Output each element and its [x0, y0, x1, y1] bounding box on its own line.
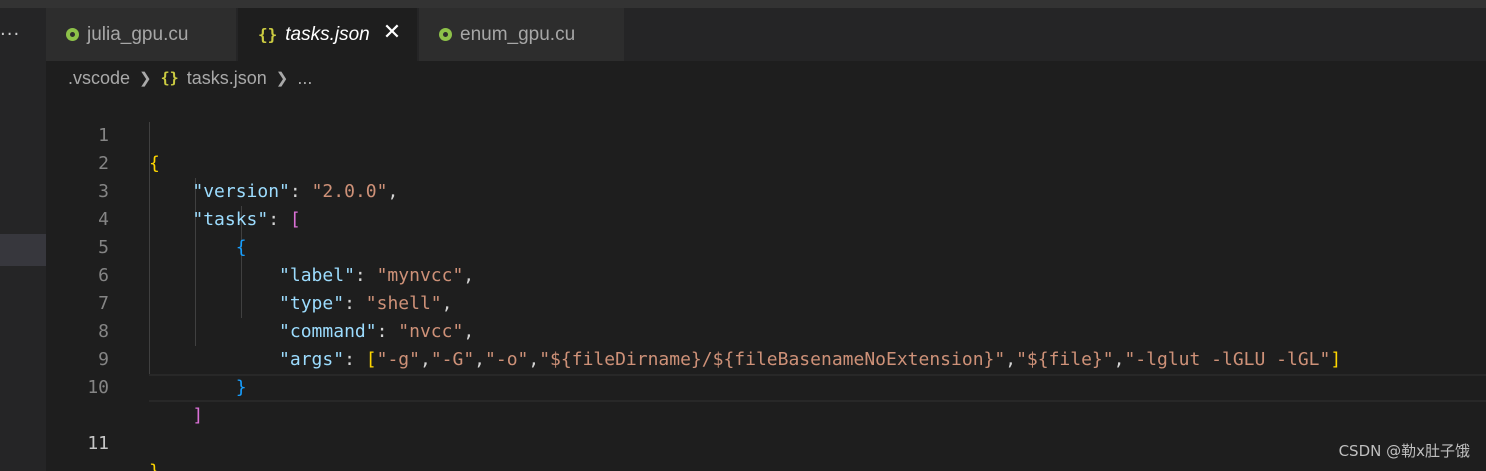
- code-line: 10 ]: [46, 346, 1486, 426]
- code-line: 8 "args": ["-g","-G","-o","${fileDirname…: [46, 290, 1486, 370]
- editor-tab-bar: julia_gpu.cu {} tasks.json ✕ enum_gpu.cu: [46, 8, 1486, 61]
- tab-julia-gpu[interactable]: julia_gpu.cu: [46, 8, 236, 61]
- code-line: 5 "label": "mynvcc",: [46, 206, 1486, 286]
- code-line: 2 "version": "2.0.0",: [46, 122, 1486, 202]
- tab-tasks-json[interactable]: {} tasks.json ✕: [238, 8, 417, 61]
- more-actions-icon[interactable]: ···: [0, 26, 30, 51]
- cuda-file-icon: [439, 28, 452, 41]
- code-line: 4 {: [46, 178, 1486, 258]
- json-braces-icon: {}: [258, 25, 278, 44]
- breadcrumb-folder[interactable]: .vscode: [68, 68, 130, 89]
- line-number: 11: [87, 433, 109, 454]
- window-top-strip: [0, 0, 1486, 8]
- breadcrumb-ellipsis[interactable]: ...: [297, 68, 312, 89]
- code-line: 1 {: [46, 94, 1486, 174]
- current-line-highlight: [149, 374, 1486, 402]
- chevron-right-icon: ❯: [275, 70, 289, 87]
- json-bracket: ]: [192, 405, 204, 426]
- code-line: 3 "tasks": [: [46, 150, 1486, 230]
- code-line: 7 "command": "nvcc",: [46, 262, 1486, 342]
- json-brace: }: [149, 461, 160, 471]
- breadcrumb: .vscode ❯ {} tasks.json ❯ ...: [68, 64, 312, 92]
- code-line-current: 11 }: [46, 374, 1486, 471]
- tab-enum-gpu[interactable]: enum_gpu.cu: [419, 8, 624, 61]
- code-line: 6 "type": "shell",: [46, 234, 1486, 314]
- tab-label: julia_gpu.cu: [87, 23, 189, 45]
- code-line: 9 }: [46, 318, 1486, 398]
- side-panel-selected-item[interactable]: [0, 234, 46, 266]
- tab-label: tasks.json: [285, 23, 370, 45]
- side-panel: ···: [0, 8, 46, 471]
- cuda-file-icon: [66, 28, 79, 41]
- close-tab-icon[interactable]: ✕: [381, 22, 403, 44]
- watermark: CSDN @勒x肚子饿: [1338, 442, 1470, 460]
- breadcrumb-file[interactable]: tasks.json: [187, 68, 267, 89]
- json-braces-icon: {}: [160, 69, 179, 87]
- tab-label: enum_gpu.cu: [460, 23, 576, 45]
- chevron-right-icon: ❯: [139, 70, 152, 87]
- code-editor[interactable]: 1 { 2 "version": "2.0.0", 3 "tasks": [ 4…: [46, 94, 1486, 471]
